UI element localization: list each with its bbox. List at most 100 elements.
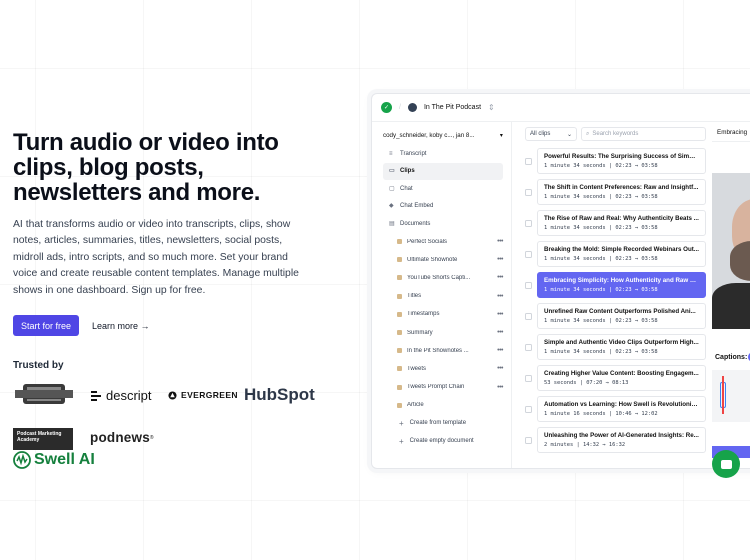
clip-card[interactable]: The Shift in Content Preferences: Raw an… [537,179,706,205]
account-names: cody_schneider, koby c..., jan 8... [383,131,475,139]
more-options-icon[interactable]: ••• [491,329,503,336]
document-item[interactable]: YouTube Shorts Capti... ••• [383,269,504,287]
document-icon [397,348,402,354]
sidebar-item-clips[interactable]: ▭ Clips [383,162,503,180]
waveform-timeline[interactable] [712,370,750,422]
clip-checkbox[interactable] [525,220,532,227]
sidebar-item-documents[interactable]: ▤ Documents [383,215,503,233]
swell-ai-wordmark: Swell AI [34,451,95,468]
document-item[interactable]: In the Pit Shownotes ... ••• [383,342,504,360]
app-window: ✓ / In The Pit Podcast ⇕ cody_schneider,… [371,93,750,469]
clip-checkbox[interactable] [525,189,532,196]
document-icon [397,384,402,390]
preview-title: Embracing [712,122,750,142]
speaker-shirt [712,283,750,329]
podnews-logo: podnews ® [90,430,154,445]
more-options-icon[interactable]: ••• [491,238,503,245]
clip-row: The Rise of Raw and Real: Why Authentici… [525,210,706,241]
more-options-icon[interactable]: ••• [491,256,503,263]
clip-card[interactable]: Unrefined Raw Content Outperforms Polish… [537,303,706,329]
registered-mark: ® [149,434,154,441]
swell-ai-logo: Swell AI [13,451,95,469]
clip-checkbox[interactable] [525,158,532,165]
sidebar-item-chat[interactable]: ▢ Chat [383,180,503,198]
clip-card-selected[interactable]: Embracing Simplicity: How Authenticity a… [537,272,706,298]
descript-wordmark: descript [106,388,152,403]
more-options-icon[interactable]: ••• [491,274,503,281]
clip-checkbox[interactable] [525,251,532,258]
clip-row: Breaking the Mold: Simple Recorded Webin… [525,241,706,272]
playhead[interactable] [722,376,724,414]
more-options-icon[interactable]: ••• [491,311,503,318]
clip-checkbox[interactable] [525,375,532,382]
document-icon [397,402,402,408]
clip-checkbox[interactable] [525,313,532,320]
podcast-name[interactable]: In The Pit Podcast [424,104,481,111]
plus-icon: + [399,418,404,428]
chat-widget-button[interactable] [712,450,740,478]
chat-icon: ▢ [389,185,395,192]
sidebar-item-chat-embed[interactable]: ◆ Chat Embed [383,198,503,216]
clip-row: Unrefined Raw Content Outperforms Polish… [525,303,706,334]
start-for-free-button[interactable]: Start for free [13,315,80,337]
clips-panel: All clips ⌄ ⌕ Search keywords Powerful R… [512,122,712,468]
sidebar-item-label: Transcript [400,150,427,157]
clip-card[interactable]: The Rise of Raw and Real: Why Authentici… [537,210,706,236]
clip-checkbox[interactable] [525,344,532,351]
document-item[interactable]: Ultimate Shownote ••• [383,251,504,269]
search-keywords-input[interactable]: ⌕ Search keywords [581,127,706,141]
swell-app-icon[interactable]: ✓ [381,102,392,113]
school-of-podcasting-logo [13,382,75,406]
podcast-marketing-academy-logo: Podcast Marketing Academy [13,428,73,450]
chevron-updown-icon[interactable]: ⇕ [488,103,495,112]
sidebar-item-label: Chat [400,185,413,192]
chat-bubble-icon [720,459,732,469]
document-item[interactable]: Titles ••• [383,287,504,305]
account-switcher[interactable]: cody_schneider, koby c..., jan 8... ▾ [383,128,503,142]
clip-checkbox[interactable] [525,406,532,413]
document-icon [397,239,402,245]
document-item[interactable]: Timestamps ••• [383,305,504,323]
chevron-down-icon: ▾ [499,131,503,139]
hero-headline: Turn audio or video into clips, blog pos… [13,129,279,206]
document-item[interactable]: Tweets ••• [383,360,504,378]
learn-more-link[interactable]: Learn more → [92,321,150,331]
clip-checkbox[interactable] [525,437,532,444]
clip-card[interactable]: Simple and Authentic Video Clips Outperf… [537,334,706,360]
evergreen-icon [168,390,177,400]
app-topbar: ✓ / In The Pit Podcast ⇕ [372,94,750,122]
evergreen-wordmark: EVERGREEN [181,390,238,400]
clip-filter-select[interactable]: All clips ⌄ [525,127,577,141]
more-options-icon[interactable]: ••• [491,384,503,391]
more-options-icon[interactable]: ••• [491,347,503,354]
document-item[interactable]: Perfect Socials ••• [383,233,504,251]
video-player[interactable] [712,173,750,329]
clip-card[interactable]: Automation vs Learning: How Swell is Rev… [537,396,706,422]
descript-logo: descript [90,388,152,403]
clip-preview-panel: Embracing Captions: [712,122,750,468]
document-icon [397,366,402,372]
clip-card[interactable]: Breaking the Mold: Simple Recorded Webin… [537,241,706,267]
search-placeholder: Search keywords [592,131,639,137]
document-item[interactable]: Article [383,396,503,414]
sidebar-item-label: Chat Embed [400,203,434,210]
clip-filter-value: All clips [530,131,551,137]
clip-card[interactable]: Unleashing the Power of AI-Generated Ins… [537,427,706,453]
sidebar-item-transcript[interactable]: ≡ Transcript [383,145,503,163]
sidebar-item-label: Documents [400,220,431,227]
document-item[interactable]: Summary ••• [383,323,504,341]
speaker-beard [730,241,750,281]
more-options-icon[interactable]: ••• [491,293,503,300]
sidebar: cody_schneider, koby c..., jan 8... ▾ ≡ … [372,122,512,468]
document-item[interactable]: Tweets Prompt Chain ••• [383,378,504,396]
clip-card[interactable]: Creating Higher Value Content: Boosting … [537,365,706,391]
clips-icon: ▭ [389,168,395,175]
clip-row: Unleashing the Power of AI-Generated Ins… [525,427,706,458]
plus-icon: + [399,436,404,446]
clip-checkbox[interactable] [525,282,532,289]
clip-card[interactable]: Powerful Results: The Surprising Success… [537,148,706,174]
create-empty-document-button[interactable]: + Create empty document [383,432,503,450]
documents-list: Perfect Socials ••• Ultimate Shownote ••• … [383,233,504,415]
more-options-icon[interactable]: ••• [491,365,503,372]
create-from-template-button[interactable]: + Create from template [383,414,503,432]
